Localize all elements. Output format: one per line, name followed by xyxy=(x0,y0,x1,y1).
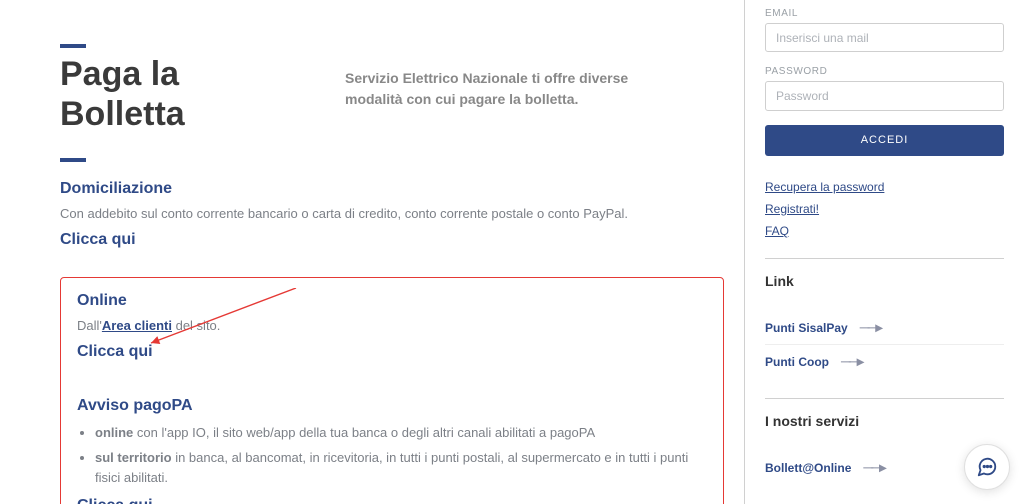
section-heading-pagopa: Avviso pagoPA xyxy=(77,397,707,415)
domiciliazione-text: Con addebito sul conto corrente bancario… xyxy=(60,204,724,225)
pagopa-list: online con l'app IO, il sito web/app del… xyxy=(95,423,707,489)
title-accent-line-bottom xyxy=(60,158,86,162)
section-heading-domiciliazione: Domiciliazione xyxy=(60,180,724,198)
pagopa-bullet-1: online con l'app IO, il sito web/app del… xyxy=(95,423,707,444)
arrow-right-icon: ──▸ xyxy=(841,353,862,370)
quicklink-sisalpay-label: Punti SisalPay xyxy=(765,321,848,335)
email-label: EMAIL xyxy=(765,8,1004,19)
sidebar: EMAIL PASSWORD ACCEDI Recupera la passwo… xyxy=(744,0,1024,504)
login-button[interactable]: ACCEDI xyxy=(765,125,1004,156)
page-title-line2: Bolletta xyxy=(60,95,185,133)
register-link[interactable]: Registrati! xyxy=(765,202,1004,216)
pagopa-bullet-2: sul territorio in banca, al bancomat, in… xyxy=(95,448,707,490)
sidebar-link-heading: Link xyxy=(765,273,1004,289)
quicklink-sisalpay[interactable]: Punti SisalPay ──▸ xyxy=(765,311,1004,345)
domiciliazione-cta[interactable]: Clicca qui xyxy=(60,231,136,248)
title-accent-line xyxy=(60,44,86,48)
chat-icon xyxy=(976,456,998,478)
email-field[interactable] xyxy=(765,23,1004,52)
recover-password-link[interactable]: Recupera la password xyxy=(765,180,1004,194)
online-text-pre: Dall' xyxy=(77,318,102,333)
page-intro: Servizio Elettrico Nazionale ti offre di… xyxy=(345,68,655,110)
pagopa-cta[interactable]: Clicca qui xyxy=(77,497,153,504)
section-heading-online: Online xyxy=(77,292,707,310)
password-label: PASSWORD xyxy=(765,66,1004,77)
chat-button[interactable] xyxy=(964,444,1010,490)
quicklink-coop-label: Punti Coop xyxy=(765,355,829,369)
quicklink-bolletta-label: Bollett@Online xyxy=(765,461,851,475)
pagopa-b2-bold: sul territorio xyxy=(95,450,172,465)
arrow-right-icon: ──▸ xyxy=(860,319,881,336)
quicklink-coop[interactable]: Punti Coop ──▸ xyxy=(765,345,1004,378)
online-cta[interactable]: Clicca qui xyxy=(77,343,153,360)
faq-link[interactable]: FAQ xyxy=(765,224,1004,238)
auth-links: Recupera la password Registrati! FAQ xyxy=(765,180,1004,238)
annotation-highlight-box: Online Dall'Area clienti del sito. Clicc… xyxy=(60,277,724,504)
pagopa-b1-bold: online xyxy=(95,425,133,440)
arrow-right-icon: ──▸ xyxy=(863,459,884,476)
pagopa-b1-rest: con l'app IO, il sito web/app della tua … xyxy=(133,425,595,440)
online-text-post: del sito. xyxy=(172,318,220,333)
page-title-line1: Paga la xyxy=(60,55,179,93)
password-field[interactable] xyxy=(765,81,1004,110)
online-text: Dall'Area clienti del sito. xyxy=(77,316,707,337)
pagopa-b2-rest: in banca, al bancomat, in ricevitoria, i… xyxy=(95,450,688,486)
sidebar-services-heading: I nostri servizi xyxy=(765,413,1004,429)
area-clienti-link[interactable]: Area clienti xyxy=(102,318,172,333)
main-content: Paga la Bolletta Servizio Elettrico Nazi… xyxy=(0,0,744,504)
sidebar-link-section: Link Punti SisalPay ──▸ Punti Coop ──▸ xyxy=(765,258,1004,378)
